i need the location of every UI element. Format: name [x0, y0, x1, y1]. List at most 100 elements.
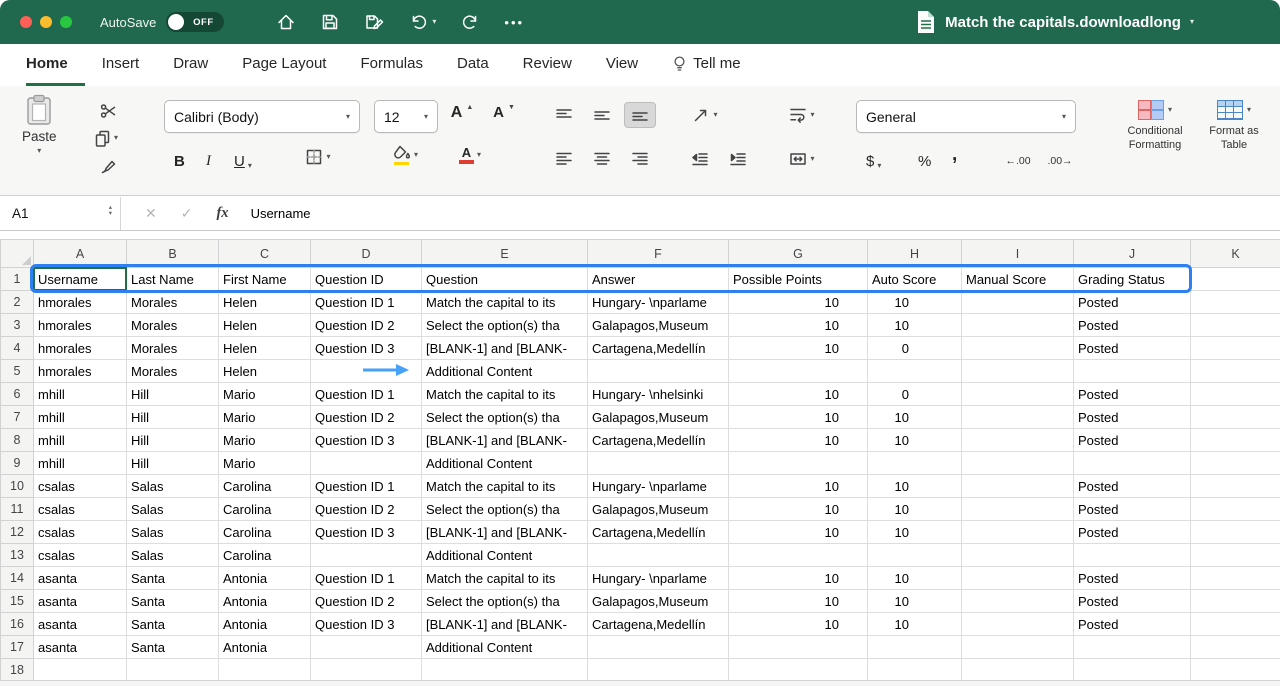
merge-center-button[interactable] — [780, 146, 824, 172]
tab-page-layout[interactable]: Page Layout — [225, 44, 343, 86]
name-box[interactable]: A1 — [0, 196, 120, 230]
col-header-H[interactable]: H — [868, 240, 962, 268]
cell-E16[interactable]: [BLANK-1] and [BLANK- — [422, 613, 588, 636]
cell-I15[interactable] — [962, 590, 1074, 613]
col-header-E[interactable]: E — [422, 240, 588, 268]
cell-K5[interactable] — [1191, 360, 1280, 383]
cell-C7[interactable]: Mario — [219, 406, 311, 429]
cell-G14[interactable]: 10 — [729, 567, 868, 590]
cell-A7[interactable]: mhill — [34, 406, 127, 429]
cell-E12[interactable]: [BLANK-1] and [BLANK- — [422, 521, 588, 544]
cell-D9[interactable] — [311, 452, 422, 475]
cell-A2[interactable]: hmorales — [34, 291, 127, 314]
tab-view[interactable]: View — [589, 44, 655, 86]
cell-I8[interactable] — [962, 429, 1074, 452]
cell-B8[interactable]: Hill — [127, 429, 219, 452]
redo-button[interactable] — [460, 12, 480, 32]
cell-G6[interactable]: 10 — [729, 383, 868, 406]
cell-E13[interactable]: Additional Content — [422, 544, 588, 567]
cell-I7[interactable] — [962, 406, 1074, 429]
grow-font-button[interactable]: A▲ — [446, 104, 478, 130]
cell-E5[interactable]: Additional Content — [422, 360, 588, 383]
cell-E8[interactable]: [BLANK-1] and [BLANK- — [422, 429, 588, 452]
row-header-12[interactable]: 12 — [1, 521, 34, 544]
cell-I13[interactable] — [962, 544, 1074, 567]
cell-K11[interactable] — [1191, 498, 1280, 521]
number-format-select[interactable]: General — [856, 100, 1076, 133]
cell-A12[interactable]: csalas — [34, 521, 127, 544]
increase-decimal-button[interactable]: ←.00 — [1000, 148, 1036, 174]
percent-format-button[interactable]: % — [918, 144, 931, 170]
cell-H15[interactable]: 10 — [868, 590, 962, 613]
cell-F2[interactable]: Hungary- \nparlame — [588, 291, 729, 314]
cell-J10[interactable]: Posted — [1074, 475, 1191, 498]
cell-A1[interactable]: Username — [34, 268, 127, 291]
cell-B15[interactable]: Santa — [127, 590, 219, 613]
more-commands-button[interactable]: ••• — [504, 15, 524, 30]
cell-G5[interactable] — [729, 360, 868, 383]
row-header-15[interactable]: 15 — [1, 590, 34, 613]
cell-K13[interactable] — [1191, 544, 1280, 567]
cell-F13[interactable] — [588, 544, 729, 567]
cell-D15[interactable]: Question ID 2 — [311, 590, 422, 613]
shrink-font-button[interactable]: A▼ — [488, 104, 520, 130]
cell-E10[interactable]: Match the capital to its — [422, 475, 588, 498]
cell-G15[interactable]: 10 — [729, 590, 868, 613]
cell-A3[interactable]: hmorales — [34, 314, 127, 337]
tab-home[interactable]: Home — [26, 44, 85, 86]
cell-G12[interactable]: 10 — [729, 521, 868, 544]
row-header-7[interactable]: 7 — [1, 406, 34, 429]
cell-H18[interactable] — [868, 659, 962, 681]
cell-E14[interactable]: Match the capital to its — [422, 567, 588, 590]
cell-G13[interactable] — [729, 544, 868, 567]
cell-F7[interactable]: Galapagos,Museum — [588, 406, 729, 429]
cell-D11[interactable]: Question ID 2 — [311, 498, 422, 521]
decrease-decimal-button[interactable]: .00→ — [1042, 148, 1078, 174]
cell-B16[interactable]: Santa — [127, 613, 219, 636]
format-painter-button[interactable] — [92, 152, 124, 178]
cell-B4[interactable]: Morales — [127, 337, 219, 360]
cell-G2[interactable]: 10 — [729, 291, 868, 314]
document-title[interactable]: Match the capitals.downloadlong — [945, 14, 1181, 31]
cell-C4[interactable]: Helen — [219, 337, 311, 360]
increase-indent-button[interactable] — [722, 146, 754, 172]
close-button[interactable] — [20, 16, 32, 28]
cell-A14[interactable]: asanta — [34, 567, 127, 590]
cell-I11[interactable] — [962, 498, 1074, 521]
cell-K1[interactable] — [1191, 268, 1280, 291]
cell-A4[interactable]: hmorales — [34, 337, 127, 360]
cell-A8[interactable]: mhill — [34, 429, 127, 452]
cell-H12[interactable]: 10 — [868, 521, 962, 544]
cell-H4[interactable]: 0 — [868, 337, 962, 360]
cell-D7[interactable]: Question ID 2 — [311, 406, 422, 429]
minimize-button[interactable] — [40, 16, 52, 28]
cell-E1[interactable]: Question — [422, 268, 588, 291]
col-header-F[interactable]: F — [588, 240, 729, 268]
borders-button[interactable] — [298, 144, 338, 170]
cell-F1[interactable]: Answer — [588, 268, 729, 291]
enter-button[interactable]: ✓ — [181, 205, 193, 222]
cell-D13[interactable] — [311, 544, 422, 567]
cell-F4[interactable]: Cartagena,Medellín — [588, 337, 729, 360]
cell-F14[interactable]: Hungary- \nparlame — [588, 567, 729, 590]
cell-B6[interactable]: Hill — [127, 383, 219, 406]
cell-J12[interactable]: Posted — [1074, 521, 1191, 544]
row-header-4[interactable]: 4 — [1, 337, 34, 360]
align-bottom-button[interactable] — [624, 102, 656, 128]
cell-G10[interactable]: 10 — [729, 475, 868, 498]
cell-D1[interactable]: Question ID — [311, 268, 422, 291]
cell-I3[interactable] — [962, 314, 1074, 337]
cell-A9[interactable]: mhill — [34, 452, 127, 475]
cell-F15[interactable]: Galapagos,Museum — [588, 590, 729, 613]
cut-button[interactable] — [92, 98, 124, 124]
copy-button[interactable] — [90, 125, 122, 151]
cancel-button[interactable]: ✕ — [145, 205, 157, 222]
select-all-corner[interactable] — [1, 240, 34, 268]
cell-J7[interactable]: Posted — [1074, 406, 1191, 429]
cell-I1[interactable]: Manual Score — [962, 268, 1074, 291]
bold-button[interactable]: B — [174, 144, 185, 170]
cell-G11[interactable]: 10 — [729, 498, 868, 521]
cell-D5[interactable] — [311, 360, 422, 383]
col-header-A[interactable]: A — [34, 240, 127, 268]
decrease-indent-button[interactable] — [684, 146, 716, 172]
